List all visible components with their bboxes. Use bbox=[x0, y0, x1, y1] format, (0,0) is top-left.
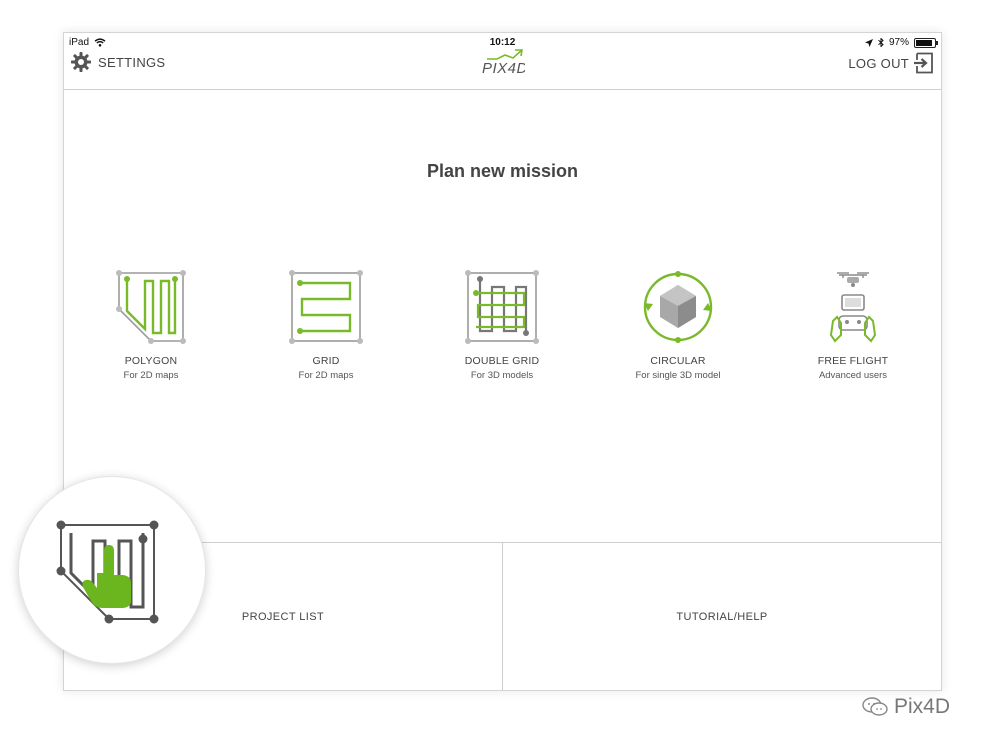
mission-free-flight[interactable]: FREE FLIGHT Advanced users bbox=[778, 269, 928, 381]
pix4d-logo-text: PIX4D bbox=[482, 60, 525, 77]
mission-sublabel: For single 3D model bbox=[635, 370, 721, 381]
tap-hint-bubble bbox=[18, 476, 206, 664]
settings-label: SETTINGS bbox=[98, 54, 166, 70]
battery-percent: 97% bbox=[888, 37, 909, 48]
battery-level bbox=[916, 39, 932, 46]
logout-icon bbox=[914, 52, 933, 74]
wechat-icon bbox=[862, 697, 888, 716]
mission-sublabel: For 2D maps bbox=[298, 370, 354, 381]
mission-double-grid[interactable]: DOUBLE GRID For 3D models bbox=[427, 269, 577, 381]
nav-bar: SETTINGS PIX4D LOG OUT bbox=[64, 49, 941, 90]
mission-sublabel: For 3D models bbox=[470, 370, 534, 381]
mission-polygon[interactable]: POLYGON For 2D maps bbox=[76, 269, 226, 381]
mission-grid[interactable]: GRID For 2D maps bbox=[251, 269, 401, 381]
mission-label: DOUBLE GRID bbox=[464, 355, 540, 367]
settings-button[interactable]: SETTINGS bbox=[70, 51, 165, 73]
location-arrow-icon bbox=[864, 38, 873, 47]
circular-mission-icon bbox=[643, 271, 713, 343]
grid-mission-icon bbox=[289, 270, 363, 344]
tutorial-help-label: TUTORIAL/HELP bbox=[676, 611, 768, 623]
logout-label: LOG OUT bbox=[848, 55, 909, 71]
logout-button[interactable]: LOG OUT bbox=[848, 51, 935, 75]
page-title: Plan new mission bbox=[426, 161, 579, 181]
watermark-text: Pix4D bbox=[894, 695, 951, 718]
status-time: 10:12 bbox=[489, 37, 516, 48]
watermark: Pix4D bbox=[862, 695, 950, 719]
mission-type-list: POLYGON For 2D maps GRID For 2D maps DOU… bbox=[64, 269, 941, 389]
double-grid-mission-icon bbox=[465, 270, 539, 344]
tutorial-help-button[interactable]: TUTORIAL/HELP bbox=[503, 543, 941, 690]
mission-label: POLYGON bbox=[124, 355, 178, 367]
mission-circular[interactable]: CIRCULAR For single 3D model bbox=[603, 269, 753, 381]
mission-label: FREE FLIGHT bbox=[817, 355, 889, 367]
tap-polygon-hand-icon bbox=[56, 520, 159, 624]
mission-label: GRID bbox=[312, 355, 340, 367]
bluetooth-icon bbox=[878, 38, 884, 47]
gear-icon bbox=[71, 52, 91, 72]
battery-icon bbox=[914, 37, 938, 48]
mission-label: CIRCULAR bbox=[650, 355, 706, 367]
free-flight-icon bbox=[829, 272, 877, 343]
status-right: 97% bbox=[864, 37, 938, 48]
polygon-mission-icon bbox=[116, 270, 186, 344]
pix4d-logo: PIX4D bbox=[482, 49, 525, 77]
mission-sublabel: Advanced users bbox=[818, 370, 888, 381]
mission-sublabel: For 2D maps bbox=[123, 370, 179, 381]
project-list-label: PROJECT LIST bbox=[241, 611, 325, 623]
